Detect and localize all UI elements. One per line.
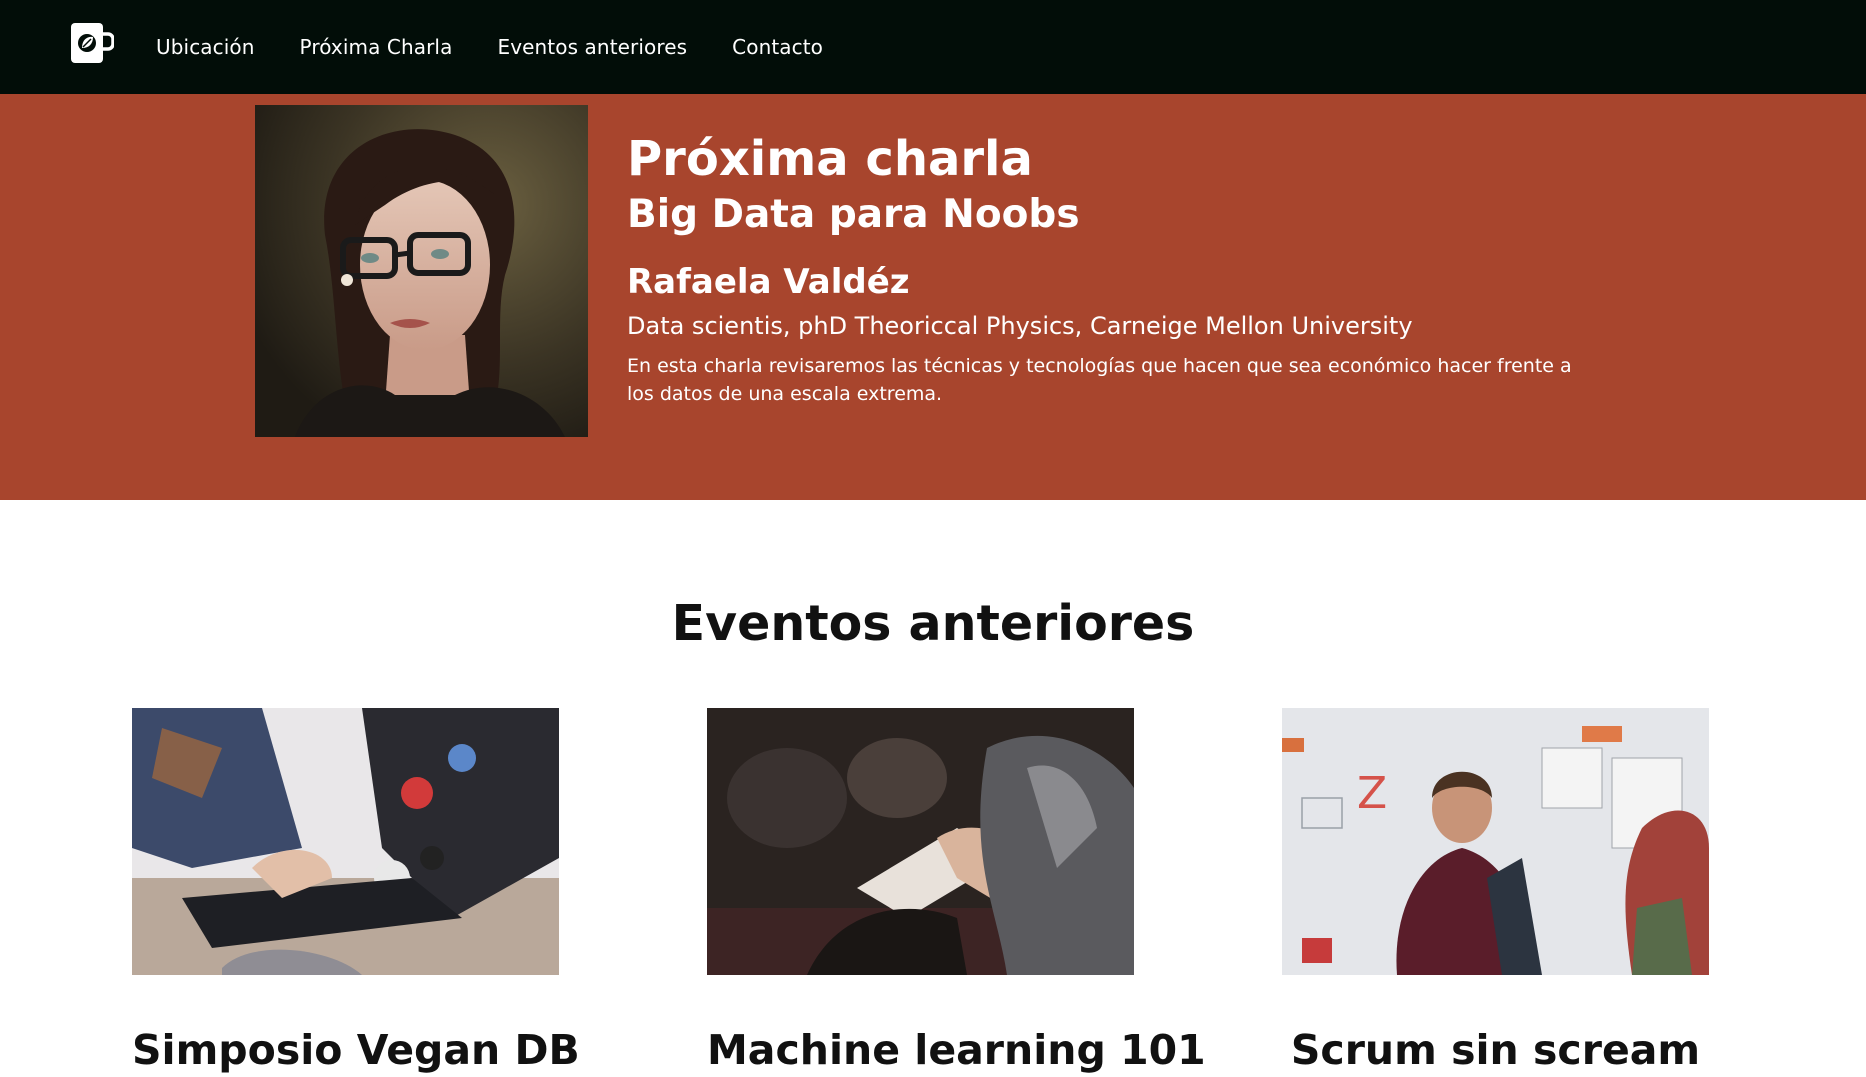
speaker-bio: Data scientis, phD Theoriccal Physics, C… xyxy=(627,312,1413,340)
nav-link-proxima-charla[interactable]: Próxima Charla xyxy=(300,35,453,59)
event-card[interactable]: Z Scrum sin scream xyxy=(1282,708,1709,1077)
main-nav: Ubicación Próxima Charla Eventos anterio… xyxy=(156,0,868,94)
event-title[interactable]: Simposio Vegan DB xyxy=(132,1023,580,1077)
nav-link-ubicacion[interactable]: Ubicación xyxy=(156,35,255,59)
event-card[interactable]: Simposio Vegan DB xyxy=(132,708,580,1077)
event-image-audience[interactable] xyxy=(707,708,1134,975)
coffee-mug-leaf-icon[interactable] xyxy=(70,22,115,64)
next-talk-hero: Próxima charla Big Data para Noobs Rafae… xyxy=(0,94,1866,500)
event-title[interactable]: Machine learning 101 xyxy=(707,1023,1206,1077)
event-image-laptop[interactable] xyxy=(132,708,559,975)
nav-link-contacto[interactable]: Contacto xyxy=(732,35,823,59)
top-navbar: Ubicación Próxima Charla Eventos anterio… xyxy=(0,0,1866,94)
nav-link-eventos-anteriores[interactable]: Eventos anteriores xyxy=(497,35,687,59)
next-talk-info: Próxima charla Big Data para Noobs Rafae… xyxy=(627,130,1587,408)
event-image-whiteboard[interactable]: Z xyxy=(1282,708,1709,975)
event-title[interactable]: Scrum sin scream xyxy=(1282,1023,1709,1077)
talk-title: Big Data para Noobs xyxy=(627,192,1080,237)
previous-events-heading: Eventos anteriores xyxy=(671,595,1195,652)
speaker-name: Rafaela Valdéz xyxy=(627,262,910,302)
talk-description: En esta charla revisaremos las técnicas … xyxy=(627,355,1572,405)
event-card[interactable]: Machine learning 101 xyxy=(707,708,1206,1077)
next-talk-kicker: Próxima charla xyxy=(627,131,1033,187)
speaker-photo xyxy=(255,105,588,437)
svg-text:Z: Z xyxy=(1357,768,1387,819)
